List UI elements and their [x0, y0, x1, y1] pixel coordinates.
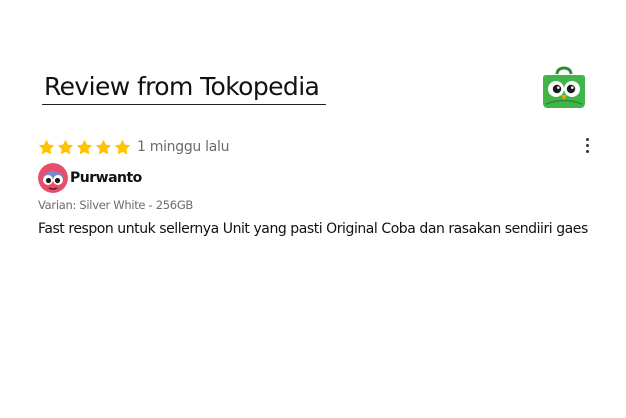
review-meta: 1 minggu lalu [38, 136, 600, 158]
review-text: Fast respon untuk sellernya Unit yang pa… [38, 221, 588, 237]
title-underline [42, 104, 326, 105]
reviewer-name: Purwanto [70, 170, 142, 186]
avatar-icon [38, 163, 68, 193]
star-icon [39, 139, 54, 154]
reviewer: Purwanto [38, 163, 600, 193]
review-header: Review from Tokopedia [42, 66, 588, 120]
section-title: Review from Tokopedia [44, 72, 320, 101]
star-icon [96, 139, 111, 154]
star-icon [58, 139, 73, 154]
star-icon [77, 139, 92, 154]
more-vertical-icon[interactable] [582, 138, 592, 156]
review-time: 1 minggu lalu [137, 139, 230, 155]
rating-stars [38, 139, 131, 156]
review-card: 1 minggu lalu Purwanto Varian: Silver Wh… [38, 136, 600, 237]
product-variant: Varian: Silver White - 256GB [38, 198, 194, 212]
tokopedia-logo-icon [543, 66, 585, 108]
star-icon [115, 139, 130, 154]
